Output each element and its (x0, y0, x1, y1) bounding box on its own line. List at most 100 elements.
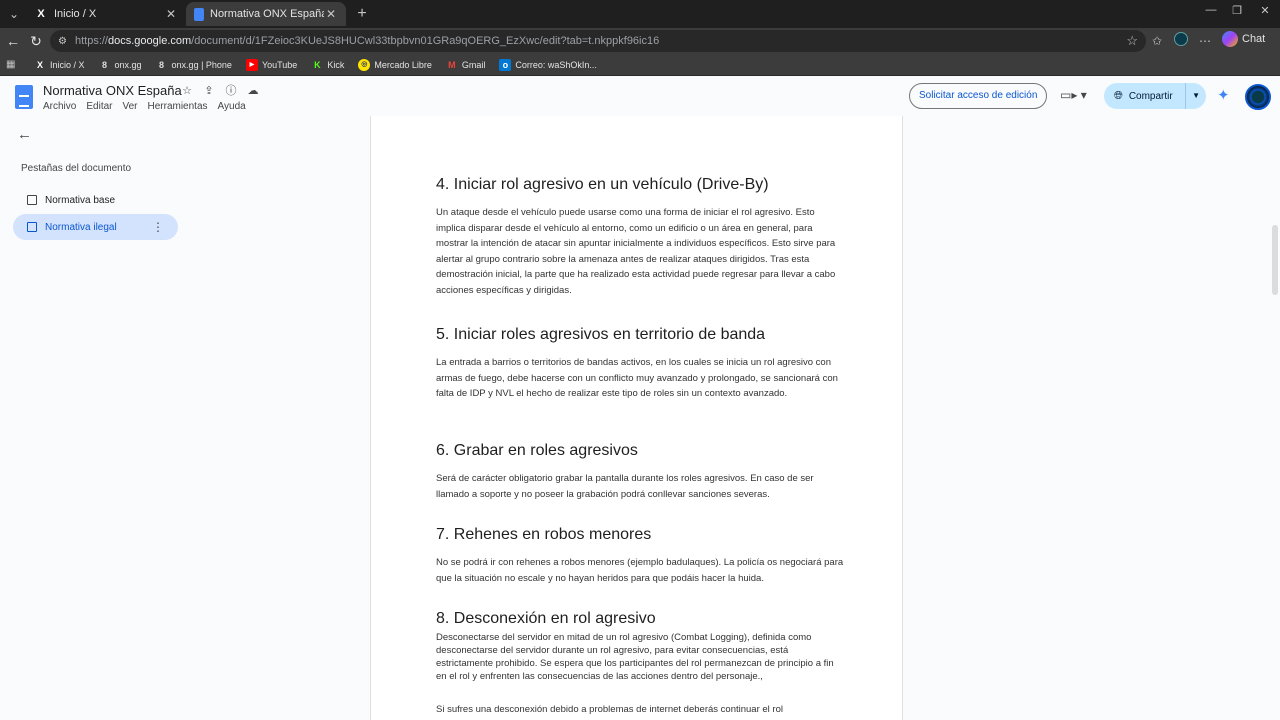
section-6: 6. Grabar en roles agresivos Será de car… (436, 442, 846, 502)
bookmark-label: Gmail (461, 59, 486, 70)
browser-tab-docs[interactable]: Normativa ONX España - Documentos de Goo… (186, 2, 346, 26)
section-4: 4. Iniciar rol agresivo en un vehículo (… (436, 176, 846, 298)
document-tabs-sidebar: ← Pestañas del documento Normativa base … (0, 116, 200, 720)
x-logo-icon: X (37, 8, 45, 20)
favorites-icon[interactable]: ✩ (1148, 32, 1166, 50)
browser-tab-x[interactable]: X Inicio / X ✕ (26, 2, 186, 26)
sidebar-item-normativa-ilegal[interactable]: Normativa ilegal ⋮ (13, 214, 178, 240)
url-domain: docs.google.com (108, 35, 192, 47)
sidebar-item-label: Normativa ilegal (45, 221, 117, 233)
bookmark-kick[interactable]: K Kick (311, 59, 344, 71)
tab-title: Inicio / X (54, 8, 97, 20)
sidebar-item-label: Normativa base (45, 194, 116, 206)
outlook-icon: o (499, 58, 512, 71)
sidebar-heading: Pestañas del documento (21, 163, 132, 174)
new-tab-icon[interactable]: + (352, 4, 372, 24)
meet-video-icon[interactable]: ▭▸ ▾ (1060, 88, 1087, 102)
more-options-icon[interactable]: ⋮ (152, 220, 164, 234)
bookmark-mercado-libre[interactable]: ◎ Mercado Libre (358, 58, 432, 71)
bookmark-gmail[interactable]: M Gmail (446, 59, 486, 71)
share-button[interactable]: 🌐︎ Compartir ▼ (1104, 83, 1206, 109)
section-5: 5. Iniciar roles agresivos en territorio… (436, 326, 846, 402)
menu-editar[interactable]: Editar (86, 101, 112, 112)
docs-header: Normativa ONX España ☆ ⇪ ⓘ ☁ Archivo Edi… (0, 76, 1280, 116)
bookmark-outlook[interactable]: o Correo: waShOkIn... (499, 58, 597, 71)
url-prefix: https:// (74, 35, 108, 47)
copilot-icon (1222, 31, 1238, 47)
section-7: 7. Rehenes en robos menores No se podrá … (436, 526, 846, 586)
bookmark-label: Kick (327, 59, 345, 70)
profile-icon[interactable] (1172, 32, 1190, 50)
address-toolbar: ← ↻ ⚙ https://docs.google.com/document/d… (0, 28, 1280, 54)
bookmark-label: Inicio / X (50, 59, 85, 70)
tab-list-chevron-icon[interactable]: ⌄ (4, 4, 24, 24)
bookmark-youtube[interactable]: ▶ YouTube (245, 58, 298, 71)
kick-icon: K (314, 59, 321, 70)
reload-icon[interactable]: ↻ (26, 31, 46, 51)
url-path: /document/d/1FZeioc3KUeJS8HUCwl33tbpbvn0… (191, 35, 660, 47)
bookmark-onx-phone[interactable]: 8 onx.gg | Phone (156, 59, 232, 71)
section-heading: 7. Rehenes en robos menores (436, 526, 652, 543)
close-tab-icon[interactable]: ✕ (164, 7, 178, 21)
menu-ver[interactable]: Ver (122, 101, 137, 112)
section-body: Desconectarse del servidor en mitad de u… (436, 632, 834, 682)
title-actions: ☆ ⇪ ⓘ ☁ (180, 84, 260, 98)
bookmark-label: YouTube (261, 59, 298, 70)
onx-icon: 8 (102, 59, 108, 70)
docs-menubar: Archivo Editar Ver Herramientas Ayuda (43, 101, 246, 112)
url-input[interactable]: ⚙ https://docs.google.com/document/d/1FZ… (50, 30, 1146, 52)
sidebar-item-normativa-base[interactable]: Normativa base (13, 187, 178, 213)
section-heading: 6. Grabar en roles agresivos (436, 442, 638, 459)
document-page: 4. Iniciar rol agresivo en un vehículo (… (370, 116, 903, 720)
menu-ayuda[interactable]: Ayuda (218, 101, 246, 112)
bookmark-label: onx.gg (114, 59, 142, 70)
cloud-status-icon[interactable]: ☁ (246, 84, 260, 98)
document-title[interactable]: Normativa ONX España (43, 83, 182, 98)
bookmark-label: Mercado Libre (374, 59, 432, 70)
request-edit-access-button[interactable]: Solicitar acceso de edición (909, 83, 1048, 109)
google-docs-icon[interactable] (15, 85, 33, 109)
document-tab-icon (27, 195, 37, 205)
section-body: Un ataque desde el vehículo puede usarse… (436, 207, 836, 296)
share-dropdown-icon[interactable]: ▼ (1185, 83, 1200, 109)
gemini-sparkle-icon[interactable]: ✦ (1217, 86, 1230, 104)
move-folder-icon[interactable]: ⇪ (202, 84, 216, 98)
back-arrow-icon[interactable]: ← (17, 126, 32, 143)
section-heading: 4. Iniciar rol agresivo en un vehículo (… (436, 176, 769, 193)
site-info-icon[interactable]: ⚙ (58, 36, 67, 47)
onx-icon: 8 (159, 59, 165, 70)
browser-tab-strip: ⌄ X Inicio / X ✕ Normativa ONX España - … (0, 0, 1280, 28)
close-window-icon[interactable]: ✕ (1250, 4, 1280, 17)
globe-icon: 🌐︎ (1114, 89, 1123, 102)
x-logo-icon: X (36, 59, 43, 70)
chat-button[interactable]: Chat (1222, 31, 1265, 47)
close-tab-icon[interactable]: ✕ (324, 7, 338, 21)
bookmark-x[interactable]: X Inicio / X (34, 59, 85, 71)
section-body: Si sufres una desconexión debido a probl… (436, 704, 783, 715)
bookmark-onx[interactable]: 8 onx.gg (99, 59, 142, 71)
bookmarks-bar: ▦ X Inicio / X 8 onx.gg 8 onx.gg | Phone ▶ Y… (0, 54, 1280, 76)
back-arrow-icon[interactable]: ← (3, 31, 23, 51)
section-body: No se podrá ir con rehenes a robos menor… (436, 557, 844, 584)
menu-dots-icon[interactable]: ⋯ (1196, 32, 1214, 50)
section-8-continued: Si sufres una desconexión debido a probl… (436, 702, 846, 718)
avatar[interactable] (1245, 84, 1271, 110)
menu-herramientas[interactable]: Herramientas (148, 101, 208, 112)
section-8: 8. Desconexión en rol agresivo Desconect… (436, 610, 846, 683)
bookmark-label: onx.gg | Phone (171, 59, 232, 70)
tab-title: Normativa ONX España - Documentos de Goo… (210, 8, 324, 20)
scrollbar-thumb[interactable] (1272, 225, 1278, 295)
mercado-libre-icon: ◎ (358, 58, 371, 71)
menu-archivo[interactable]: Archivo (43, 101, 76, 112)
section-heading: 8. Desconexión en rol agresivo (436, 610, 656, 627)
apps-grid-icon[interactable]: ▦ (6, 59, 22, 70)
section-heading: 5. Iniciar roles agresivos en territorio… (436, 326, 766, 343)
chat-label: Chat (1242, 33, 1266, 45)
section-body: Será de carácter obligatorio grabar la p… (436, 473, 814, 500)
maximize-icon[interactable]: ❐ (1222, 4, 1252, 17)
info-icon[interactable]: ⓘ (224, 84, 238, 98)
document-tab-icon (27, 222, 37, 232)
star-icon[interactable]: ☆ (180, 84, 194, 98)
bookmark-star-icon[interactable]: ☆ (1126, 33, 1138, 49)
share-label: Compartir (1128, 90, 1173, 102)
